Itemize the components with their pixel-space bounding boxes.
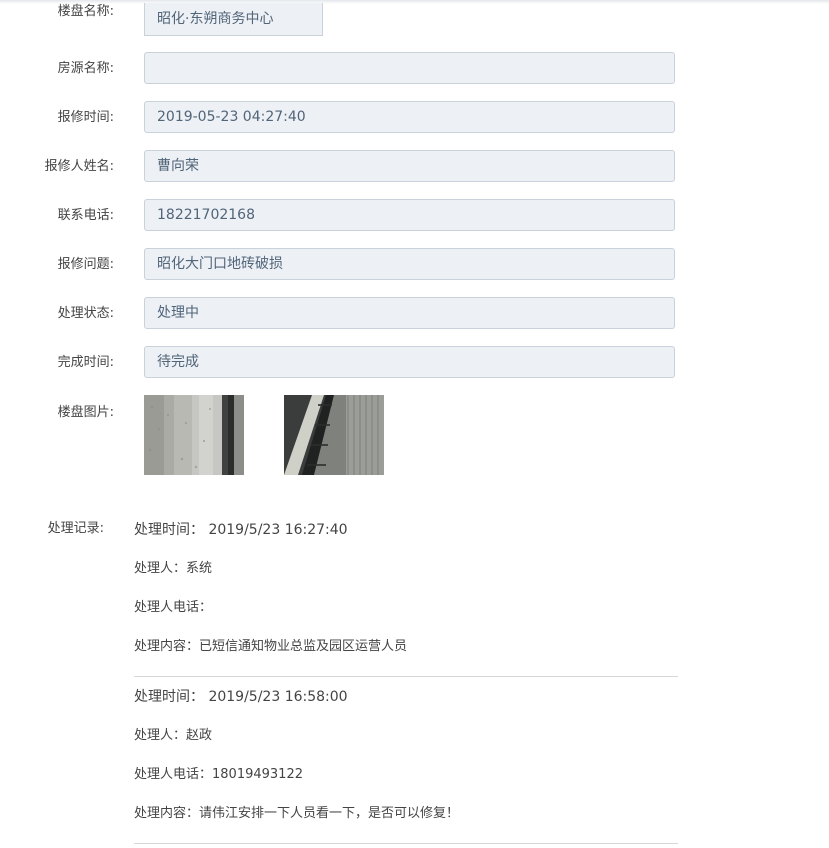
building-photo-2[interactable] [284,395,384,475]
record-phone: 处理人电话：18019493122 [134,765,303,785]
record-content-prefix: 处理内容： [134,806,200,821]
record-time: 处理时间： 2019/5/23 16:58:00 [134,687,348,707]
record-person-prefix: 处理人： [134,728,187,743]
record-content-value: 已短信通知物业总监及园区运营人员 [199,639,408,654]
record-content-value: 请伟江安排一下人员看一下，是否可以修复！ [199,806,460,821]
complete-time-label: 完成时间: [57,355,114,370]
records-label: 处理记录: [47,521,104,536]
record-time-value: 2019/5/23 16:27:40 [208,522,348,538]
record-person-value: 系统 [186,561,213,576]
complete-time-field[interactable]: 待完成 [144,346,675,378]
building-name-label: 楼盘名称: [57,4,114,19]
building-photo-1[interactable] [144,395,244,475]
record-time-value: 2019/5/23 16:58:00 [208,689,348,705]
reporter-name-field[interactable]: 曹向荣 [144,150,675,182]
record-phone-value: 18019493122 [212,767,303,782]
record-phone: 处理人电话： [134,598,212,618]
record-time-prefix: 处理时间： [134,522,204,538]
phone-label: 联系电话: [57,208,114,223]
record-divider [134,676,678,677]
repair-time-field[interactable]: 2019-05-23 04:27:40 [144,101,675,133]
record-person: 处理人：赵政 [134,726,212,746]
record-content: 处理内容：请伟江安排一下人员看一下，是否可以修复！ [134,804,459,824]
reporter-name-label: 报修人姓名: [44,159,114,174]
phone-field[interactable]: 18221702168 [144,199,675,231]
repair-time-label: 报修时间: [57,110,114,125]
record-divider [134,843,678,844]
repair-issue-field[interactable]: 昭化大门口地砖破损 [144,248,675,280]
floor-tile-photo-2 [284,395,384,475]
record-person: 处理人：系统 [134,559,212,579]
record-time-prefix: 处理时间： [134,689,204,705]
record-person-value: 赵政 [186,728,213,743]
record-phone-prefix: 处理人电话： [134,767,213,782]
building-images-label: 楼盘图片: [57,405,114,420]
room-name-field[interactable] [144,52,675,84]
status-field[interactable]: 处理中 [144,297,675,329]
record-time: 处理时间： 2019/5/23 16:27:40 [134,520,348,540]
room-name-label: 房源名称: [57,61,114,76]
status-label: 处理状态: [57,306,114,321]
record-content: 处理内容：已短信通知物业总监及园区运营人员 [134,637,407,657]
floor-tile-photo-1 [144,395,244,475]
repair-issue-label: 报修问题: [57,257,114,272]
top-shadow [0,0,829,4]
building-name-field[interactable]: 昭化·东朔商务中心 [144,3,323,36]
record-person-prefix: 处理人： [134,561,187,576]
record-phone-prefix: 处理人电话： [134,600,213,615]
record-content-prefix: 处理内容： [134,639,200,654]
